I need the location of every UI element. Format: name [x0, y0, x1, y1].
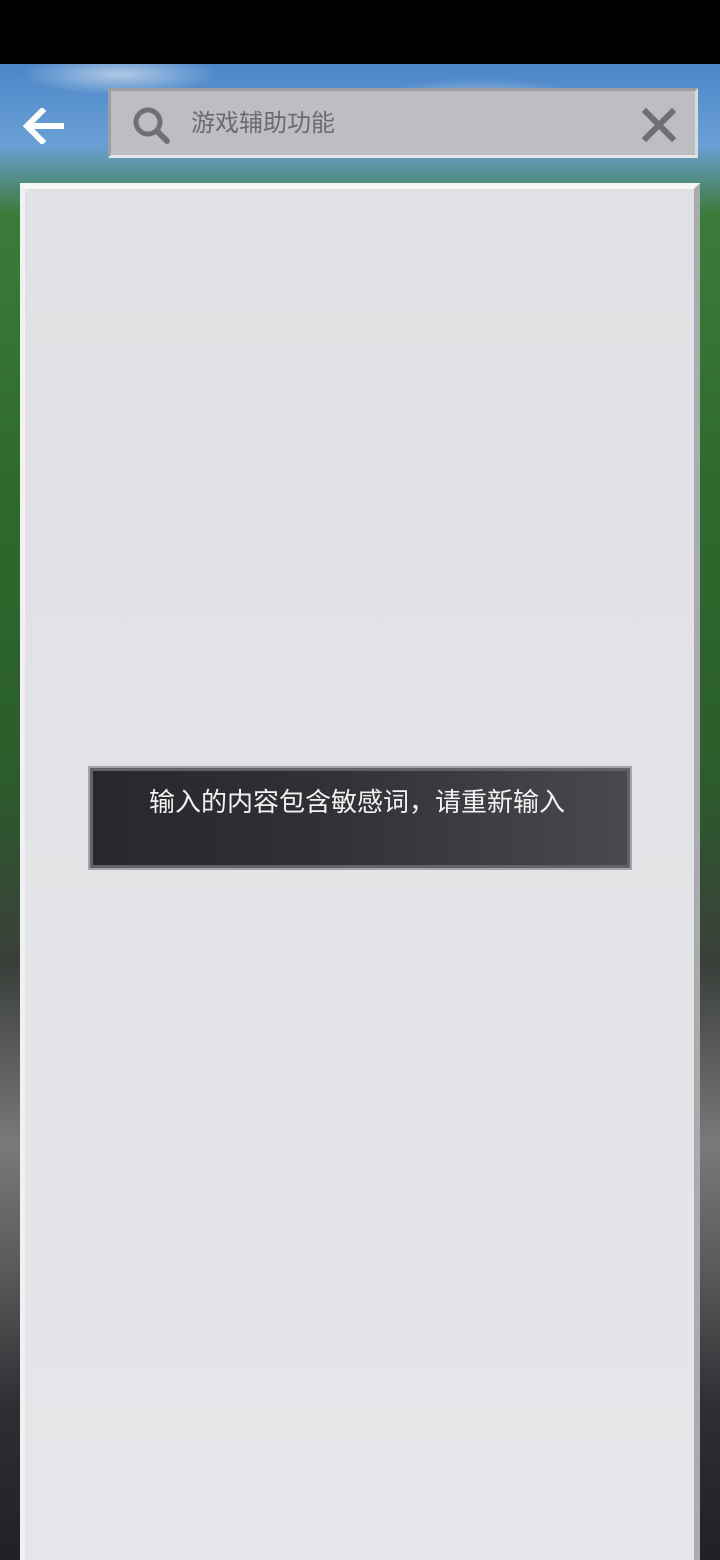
- search-input[interactable]: [191, 101, 611, 145]
- search-bar: [108, 88, 698, 158]
- status-bar: [0, 0, 720, 64]
- toast-body: 输入的内容包含敏感词，请重新输入: [93, 771, 627, 865]
- search-results-panel: [20, 183, 700, 1560]
- back-arrow-icon: [22, 108, 64, 144]
- toast-message: 输入的内容包含敏感词，请重新输入: [149, 788, 566, 818]
- toast-notification: 输入的内容包含敏感词，请重新输入: [88, 766, 632, 870]
- back-button[interactable]: [14, 96, 74, 156]
- search-icon: [133, 107, 170, 144]
- close-icon[interactable]: [641, 107, 677, 143]
- app-screen: 输入的内容包含敏感词，请重新输入: [0, 0, 720, 1560]
